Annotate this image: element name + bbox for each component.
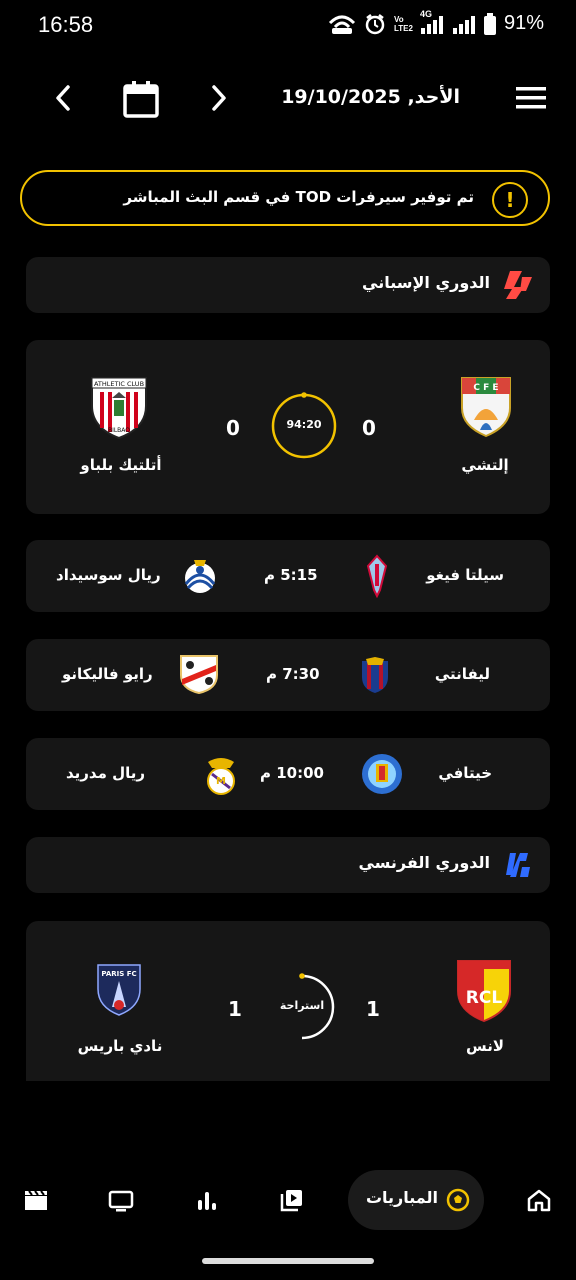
chevron-right-icon[interactable]: [202, 80, 236, 116]
athletic-badge-text: ATHLETIC CLUB: [94, 380, 144, 388]
match-clock-ring: استراحة: [268, 973, 336, 1041]
nav-matches-tab[interactable]: المباريات: [348, 1170, 484, 1230]
stats-icon[interactable]: [196, 1190, 218, 1212]
menu-icon[interactable]: [514, 84, 548, 112]
match-clock: 94:20: [286, 418, 322, 431]
match-clock-ring: 94:20: [270, 392, 338, 460]
volte-label: Vo LTE2: [393, 14, 413, 33]
calendar-icon[interactable]: [120, 78, 162, 120]
live-match-card[interactable]: C F E إلتشي 0 94:20 0 ATHLETIC CLUB BILB…: [26, 340, 550, 514]
match-clock: استراحة: [279, 999, 325, 1012]
home-score: 0: [362, 416, 376, 440]
fixture-away-team: رايو فاليكانو: [62, 665, 153, 683]
battery-icon: [483, 12, 496, 35]
levante-badge: [360, 657, 390, 695]
home-score: 1: [366, 997, 380, 1021]
svg-text:M: M: [216, 776, 226, 787]
live-match-card[interactable]: RCL لانس 1 استراحة 1 PARIS FC نادي باريس: [26, 921, 550, 1081]
rc-lens-badge-letters: RCL: [466, 988, 503, 1008]
fixture-row[interactable]: خيتافي 10:00 م M ريال مدريد: [26, 738, 550, 810]
laliga-logo-icon: [502, 269, 534, 301]
away-score: 0: [226, 416, 240, 440]
fixture-row[interactable]: سيلتا فيغو 5:15 م ريال سوسيداد: [26, 540, 550, 612]
fixture-away-team: ريال سوسيداد: [56, 566, 161, 584]
home-team-name: إلتشي: [461, 456, 509, 474]
fixture-time: 7:30 م: [266, 665, 320, 683]
fixture-away-team: ريال مدريد: [66, 764, 146, 782]
wifi-icon: [328, 15, 356, 34]
paris-fc-badge-text: PARIS FC: [101, 970, 136, 978]
current-date[interactable]: الأحد, 19/10/2025: [281, 86, 460, 108]
athletic-badge-bottom: BILBAO: [108, 427, 130, 434]
elche-badge-letters: C F E: [473, 383, 498, 393]
fixture-time: 10:00 م: [260, 764, 324, 782]
home-icon[interactable]: [526, 1188, 554, 1214]
league-name: الدوري الفرنسي: [358, 853, 490, 872]
status-time: 16:58: [38, 12, 94, 37]
real-madrid-badge: M: [204, 752, 238, 796]
fixture-home-team: ليفانتي: [434, 665, 490, 683]
alarm-icon: [365, 13, 385, 34]
notice-text: تم توفير سيرفرات TOD في قسم البث المباشر: [123, 188, 474, 206]
league-header-laliga[interactable]: الدوري الإسباني: [26, 257, 550, 313]
gesture-home-bar[interactable]: [202, 1258, 374, 1264]
nav-matches-label: المباريات: [365, 1188, 438, 1207]
ball-icon: [446, 1188, 470, 1212]
paris-fc-badge: PARIS FC: [96, 963, 142, 1017]
battery-level: 91%: [503, 12, 544, 34]
status-icons: Vo LTE2 4G 91%: [328, 9, 544, 35]
home-team-name: لانس: [465, 1037, 504, 1055]
chevron-left-icon[interactable]: [46, 80, 80, 116]
fixture-home-team: خيتافي: [438, 764, 492, 782]
league-header-ligue1[interactable]: الدوري الفرنسي: [26, 837, 550, 893]
fixture-row[interactable]: ليفانتي 7:30 م رايو فاليكانو: [26, 639, 550, 711]
elche-badge: C F E: [458, 374, 514, 438]
warning-icon: !: [492, 182, 528, 218]
clapper-icon[interactable]: [24, 1189, 48, 1213]
athletic-bilbao-badge: ATHLETIC CLUB BILBAO: [90, 376, 148, 440]
cell-signal-2-icon: [452, 15, 475, 34]
cell-signal-1-icon: 4G: [420, 9, 444, 35]
ligue1-logo-icon: [502, 849, 534, 881]
getafe-badge: [360, 752, 404, 796]
server-notice-banner[interactable]: ! تم توفير سيرفرات TOD في قسم البث المبا…: [20, 170, 550, 226]
network-label: 4G: [419, 8, 432, 19]
away-team-name: نادي باريس: [77, 1037, 163, 1055]
celta-vigo-badge: [366, 554, 388, 599]
fixture-home-team: سيلتا فيغو: [426, 566, 504, 584]
league-name: الدوري الإسباني: [362, 273, 490, 292]
rayo-vallecano-badge: [178, 653, 220, 695]
tv-icon[interactable]: [108, 1189, 134, 1213]
fixture-time: 5:15 م: [264, 566, 318, 584]
rc-lens-badge: RCL: [456, 957, 512, 1023]
video-library-icon[interactable]: [280, 1188, 304, 1212]
real-sociedad-badge: [180, 556, 220, 596]
away-score: 1: [228, 997, 242, 1021]
away-team-name: أتلتيك بلباو: [80, 456, 162, 474]
